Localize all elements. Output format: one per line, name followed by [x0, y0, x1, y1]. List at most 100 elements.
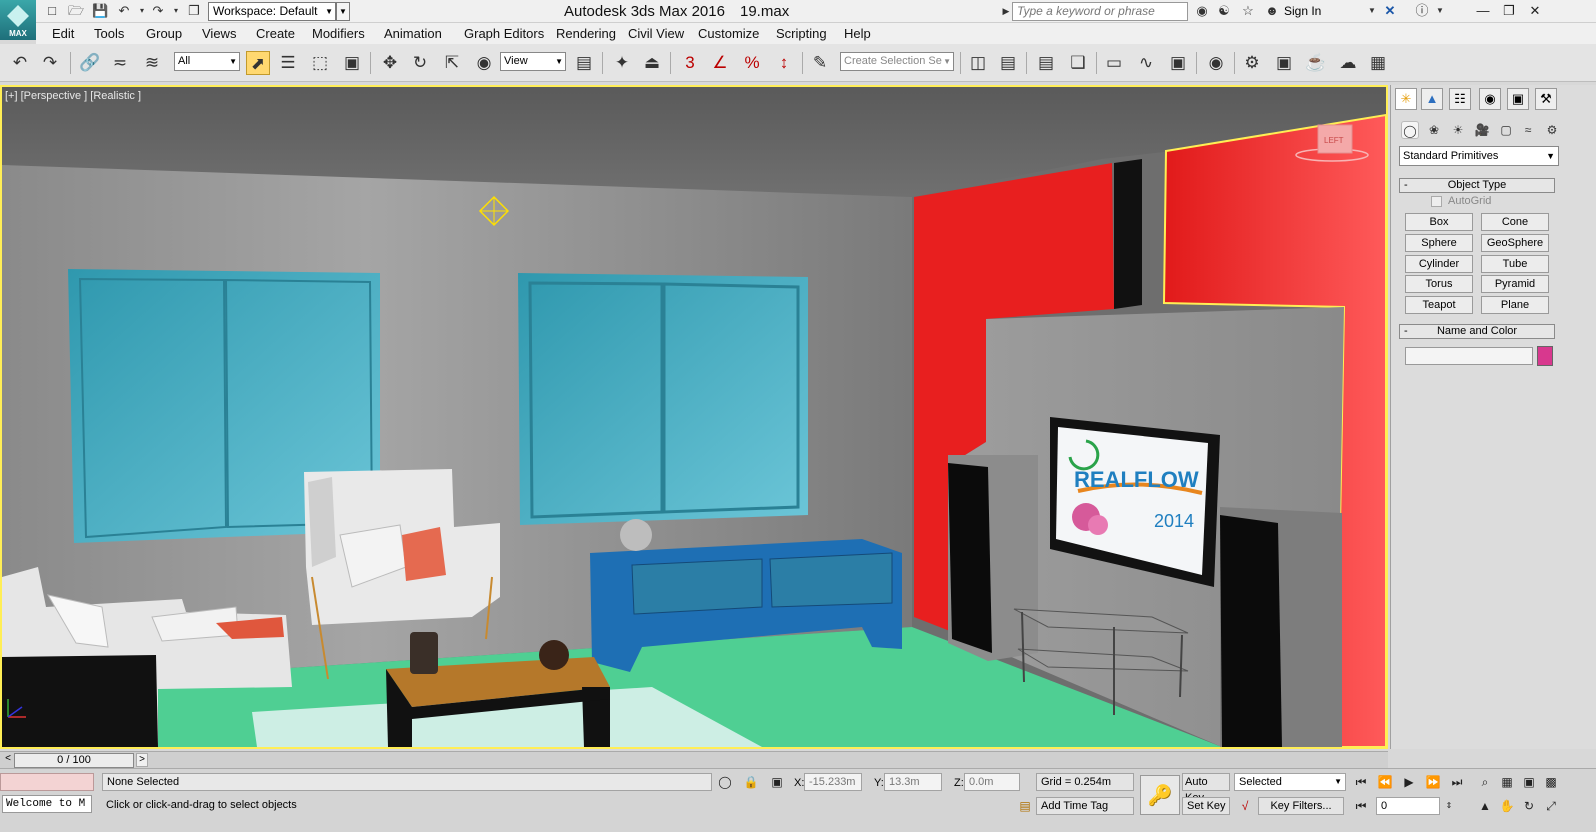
maximize-viewport-icon[interactable]: ⤢ — [1542, 797, 1560, 815]
z-coordinate-field[interactable]: 0.0m — [964, 773, 1020, 791]
redo-icon[interactable]: ↷ — [38, 51, 62, 75]
restore-button[interactable]: ❐ — [1496, 2, 1522, 20]
maxscript-mini-listener-output[interactable] — [0, 773, 94, 791]
key-filters-button[interactable]: Key Filters... — [1258, 797, 1344, 815]
object-type-rollout[interactable]: - Object Type — [1399, 178, 1555, 193]
a360-gallery-icon[interactable]: ▦ — [1366, 51, 1390, 75]
save-file-icon[interactable]: 💾 — [92, 3, 108, 19]
exchange-apps-icon[interactable]: ✕ — [1382, 3, 1398, 19]
geometry-category-icon[interactable]: ◯ — [1401, 121, 1419, 139]
zoom-all-icon[interactable]: ▦ — [1498, 773, 1516, 791]
key-mode-toggle-icon[interactable]: ⏮ — [1352, 797, 1370, 815]
schematic-view-icon[interactable]: ▣ — [1166, 51, 1190, 75]
edit-named-selection-icon[interactable]: ✎ — [808, 51, 832, 75]
create-tab-icon[interactable]: ✳ — [1395, 88, 1417, 110]
new-file-icon[interactable]: □ — [44, 3, 60, 19]
help-dropdown-icon[interactable]: ▼ — [1432, 3, 1448, 19]
go-to-end-icon[interactable]: ⏭ — [1448, 773, 1466, 791]
name-and-color-rollout[interactable]: - Name and Color — [1399, 324, 1555, 339]
menu-edit[interactable]: Edit — [52, 26, 74, 41]
help-icon[interactable]: ⓘ — [1414, 3, 1430, 19]
snaps-toggle-icon[interactable]: 3 — [678, 51, 702, 75]
redo-dropdown-icon[interactable]: ▾ — [168, 3, 184, 19]
unlink-selection-icon[interactable]: ≂ — [108, 51, 132, 75]
material-editor-icon[interactable]: ◉ — [1204, 51, 1228, 75]
frame-spinner-icon[interactable]: ⇕ — [1440, 797, 1458, 815]
bind-to-space-warp-icon[interactable]: ≋ — [140, 51, 164, 75]
auto-key-button[interactable]: Auto Key — [1182, 773, 1230, 804]
teapot-button[interactable]: Teapot — [1405, 296, 1473, 314]
align-icon[interactable]: ▤ — [996, 51, 1020, 75]
set-key-button[interactable]: Set Key — [1182, 797, 1230, 815]
sign-in-link[interactable]: Sign In — [1284, 4, 1321, 18]
menu-views[interactable]: Views — [202, 26, 236, 41]
communication-center-icon[interactable]: ☯ — [1216, 3, 1232, 19]
viewport-label[interactable]: [+] [Perspective ] [Realistic ] — [5, 90, 141, 102]
plane-button[interactable]: Plane — [1481, 296, 1549, 314]
next-frame-button[interactable]: > — [136, 753, 148, 767]
modify-tab-icon[interactable]: ▲ — [1421, 88, 1443, 110]
zoom-extents-all-icon[interactable]: ▩ — [1542, 773, 1560, 791]
undo-dropdown-icon[interactable]: ▾ — [134, 3, 150, 19]
display-tab-icon[interactable]: ▣ — [1507, 88, 1529, 110]
maxscript-listener-input[interactable]: Welcome to M — [2, 795, 92, 813]
set-key-mode-key-icon[interactable]: 🔑 — [1140, 775, 1180, 815]
minimize-button[interactable]: — — [1470, 2, 1496, 20]
select-and-link-icon[interactable]: 🔗 — [78, 51, 102, 75]
zoom-icon[interactable]: ⌕ — [1476, 773, 1494, 791]
search-input[interactable]: Type a keyword or phrase — [1012, 2, 1188, 21]
zoom-extents-icon[interactable]: ▣ — [1520, 773, 1538, 791]
menu-help[interactable]: Help — [844, 26, 871, 41]
menu-modifiers[interactable]: Modifiers — [312, 26, 365, 41]
layer-explorer-icon[interactable]: ❑ — [1066, 51, 1090, 75]
workspace-menu-button[interactable]: ▼ — [336, 2, 350, 21]
shapes-category-icon[interactable]: ❀ — [1425, 121, 1443, 139]
undo-icon[interactable]: ↶ — [116, 3, 132, 19]
percent-snap-icon[interactable]: % — [740, 51, 764, 75]
keyboard-shortcut-override-icon[interactable]: ⏏ — [640, 51, 664, 75]
y-coordinate-field[interactable]: 13.3m — [884, 773, 942, 791]
pivot-point-center-icon[interactable]: ▤ — [572, 51, 596, 75]
select-manipulate-icon[interactable]: ✦ — [610, 51, 634, 75]
menu-create[interactable]: Create — [256, 26, 295, 41]
named-selection-input[interactable]: Create Selection Se ▼ — [840, 52, 954, 71]
menu-tools[interactable]: Tools — [94, 26, 124, 41]
reference-coordinate-dropdown[interactable]: View ▼ — [500, 52, 566, 71]
key-curve-icon[interactable]: √ — [1236, 797, 1254, 815]
mirror-icon[interactable]: ◫ — [966, 51, 990, 75]
render-setup-icon[interactable]: ⚙ — [1240, 51, 1264, 75]
menu-animation[interactable]: Animation — [384, 26, 442, 41]
select-and-rotate-icon[interactable]: ↻ — [408, 51, 432, 75]
object-name-input[interactable] — [1405, 347, 1533, 365]
window-crossing-icon[interactable]: ▣ — [340, 51, 364, 75]
menu-group[interactable]: Group — [146, 26, 182, 41]
menu-customize[interactable]: Customize — [698, 26, 759, 41]
go-to-start-icon[interactable]: ⏮ — [1352, 773, 1370, 791]
scene-explorer-icon[interactable]: ▤ — [1034, 51, 1058, 75]
play-icon[interactable]: ▶ — [1400, 773, 1418, 791]
binoculars-icon[interactable]: ◉ — [1194, 3, 1210, 19]
object-color-swatch[interactable] — [1537, 346, 1553, 366]
current-frame-field[interactable]: 0 — [1376, 797, 1440, 815]
add-time-tag-button[interactable]: Add Time Tag — [1036, 797, 1134, 815]
next-key-icon[interactable]: ⏩ — [1424, 773, 1442, 791]
pyramid-button[interactable]: Pyramid — [1481, 275, 1549, 293]
undo-icon[interactable]: ↶ — [8, 51, 32, 75]
space-warps-category-icon[interactable]: ≈ — [1519, 121, 1537, 139]
box-button[interactable]: Box — [1405, 213, 1473, 231]
key-mode-dropdown[interactable]: Selected ▼ — [1234, 773, 1346, 791]
utilities-tab-icon[interactable]: ⚒ — [1535, 88, 1557, 110]
menu-civil-view[interactable]: Civil View — [628, 26, 684, 41]
hierarchy-tab-icon[interactable]: ☷ — [1449, 88, 1471, 110]
select-object-icon[interactable]: ⬈ — [246, 51, 270, 75]
menu-rendering[interactable]: Rendering — [556, 26, 616, 41]
redo-icon[interactable]: ↷ — [150, 3, 166, 19]
rendered-frame-window-icon[interactable]: ▣ — [1272, 51, 1296, 75]
close-button[interactable]: ✕ — [1522, 2, 1548, 20]
previous-frame-button[interactable]: < — [2, 753, 14, 767]
select-by-name-icon[interactable]: ☰ — [276, 51, 300, 75]
geosphere-button[interactable]: GeoSphere — [1481, 234, 1549, 252]
spinner-snap-icon[interactable]: ↕ — [772, 51, 796, 75]
previous-key-icon[interactable]: ⏪ — [1376, 773, 1394, 791]
toggle-ribbon-icon[interactable]: ▭ — [1102, 51, 1126, 75]
